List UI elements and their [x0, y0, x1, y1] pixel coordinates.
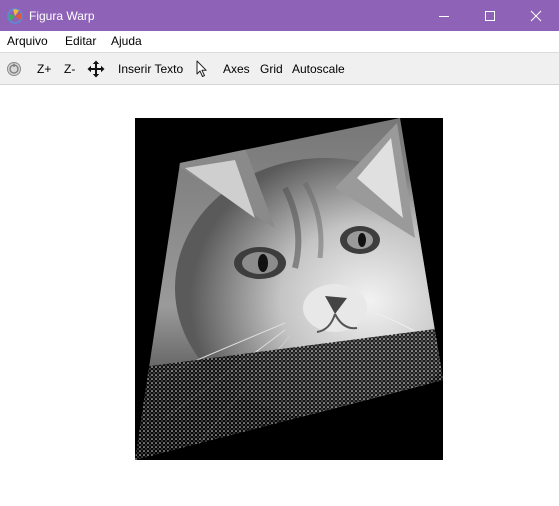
- title-bar: Figura Warp: [0, 0, 559, 31]
- grid-button[interactable]: Grid: [260, 53, 283, 84]
- close-icon: [530, 10, 542, 21]
- move-arrows-icon: [87, 60, 105, 77]
- maximize-button[interactable]: [467, 0, 513, 31]
- window-title: Figura Warp: [29, 9, 95, 23]
- menu-bar: Arquivo Editar Ajuda: [0, 31, 559, 52]
- minimize-button[interactable]: [421, 0, 467, 31]
- reset-view-button[interactable]: [6, 53, 24, 84]
- toolbar: Z+ Z- Inserir Texto Axes Grid Autoscale: [0, 52, 559, 85]
- menu-edit[interactable]: Editar: [65, 34, 96, 49]
- home-reset-icon: [7, 61, 21, 76]
- app-icon: [7, 8, 23, 24]
- cursor-arrow-icon: [196, 60, 207, 77]
- menu-file[interactable]: Arquivo: [7, 34, 48, 49]
- insert-text-button[interactable]: Inserir Texto: [118, 53, 183, 84]
- close-button[interactable]: [513, 0, 559, 31]
- zoom-out-button[interactable]: Z-: [64, 53, 75, 84]
- minimize-icon: [439, 15, 449, 17]
- zoom-in-button[interactable]: Z+: [37, 53, 51, 84]
- maximize-icon: [485, 10, 495, 21]
- pan-button[interactable]: [87, 53, 105, 84]
- warped-grayscale-cat-image: [135, 118, 443, 460]
- figure-canvas[interactable]: [135, 118, 443, 460]
- pointer-button[interactable]: [196, 53, 210, 84]
- axes-button[interactable]: Axes: [223, 53, 250, 84]
- autoscale-button[interactable]: Autoscale: [292, 53, 345, 84]
- menu-help[interactable]: Ajuda: [111, 34, 142, 49]
